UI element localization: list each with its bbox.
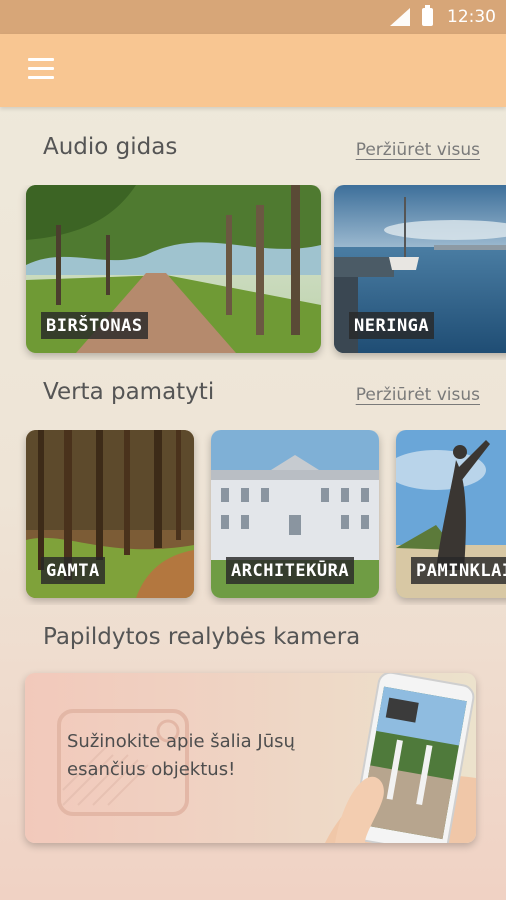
card-label-neringa: NERINGA: [349, 312, 435, 339]
ar-camera-banner[interactable]: Sužinokite apie šalia Jūsų esančius obje…: [25, 673, 476, 843]
section-title-audio-guide: Audio gidas: [43, 134, 178, 160]
section-title-ar-camera: Papildytos realybės kamera: [43, 624, 361, 650]
phone-in-hand-illustration: [325, 673, 476, 843]
card-architektura[interactable]: ARCHITEKŪRA: [211, 430, 379, 598]
signal-icon: [390, 8, 410, 26]
worth-seeing-carousel[interactable]: GAMTA ARCHITEKŪRA PAMINKLAI: [0, 430, 506, 605]
card-gamta[interactable]: GAMTA: [26, 430, 194, 598]
audio-guide-carousel[interactable]: BIRŠTONAS NERINGA: [0, 185, 506, 360]
status-time: 12:30: [447, 7, 496, 27]
see-all-worth-seeing-link[interactable]: Peržiūrėt visus: [356, 385, 480, 405]
card-label-paminklai: PAMINKLAI: [411, 557, 506, 584]
card-birstonas[interactable]: BIRŠTONAS: [26, 185, 321, 353]
battery-icon: [422, 5, 433, 26]
app-bar: [0, 34, 506, 107]
card-label-architektura: ARCHITEKŪRA: [226, 557, 355, 584]
section-title-worth-seeing: Verta pamatyti: [43, 379, 215, 405]
status-bar: 12:30: [0, 0, 506, 34]
card-neringa[interactable]: NERINGA: [334, 185, 506, 353]
hamburger-menu-icon[interactable]: [28, 58, 54, 80]
see-all-audio-guide-link[interactable]: Peržiūrėt visus: [356, 140, 480, 160]
card-label-gamta: GAMTA: [41, 557, 105, 584]
card-paminklai[interactable]: PAMINKLAI: [396, 430, 506, 598]
card-label-birstonas: BIRŠTONAS: [41, 312, 148, 339]
